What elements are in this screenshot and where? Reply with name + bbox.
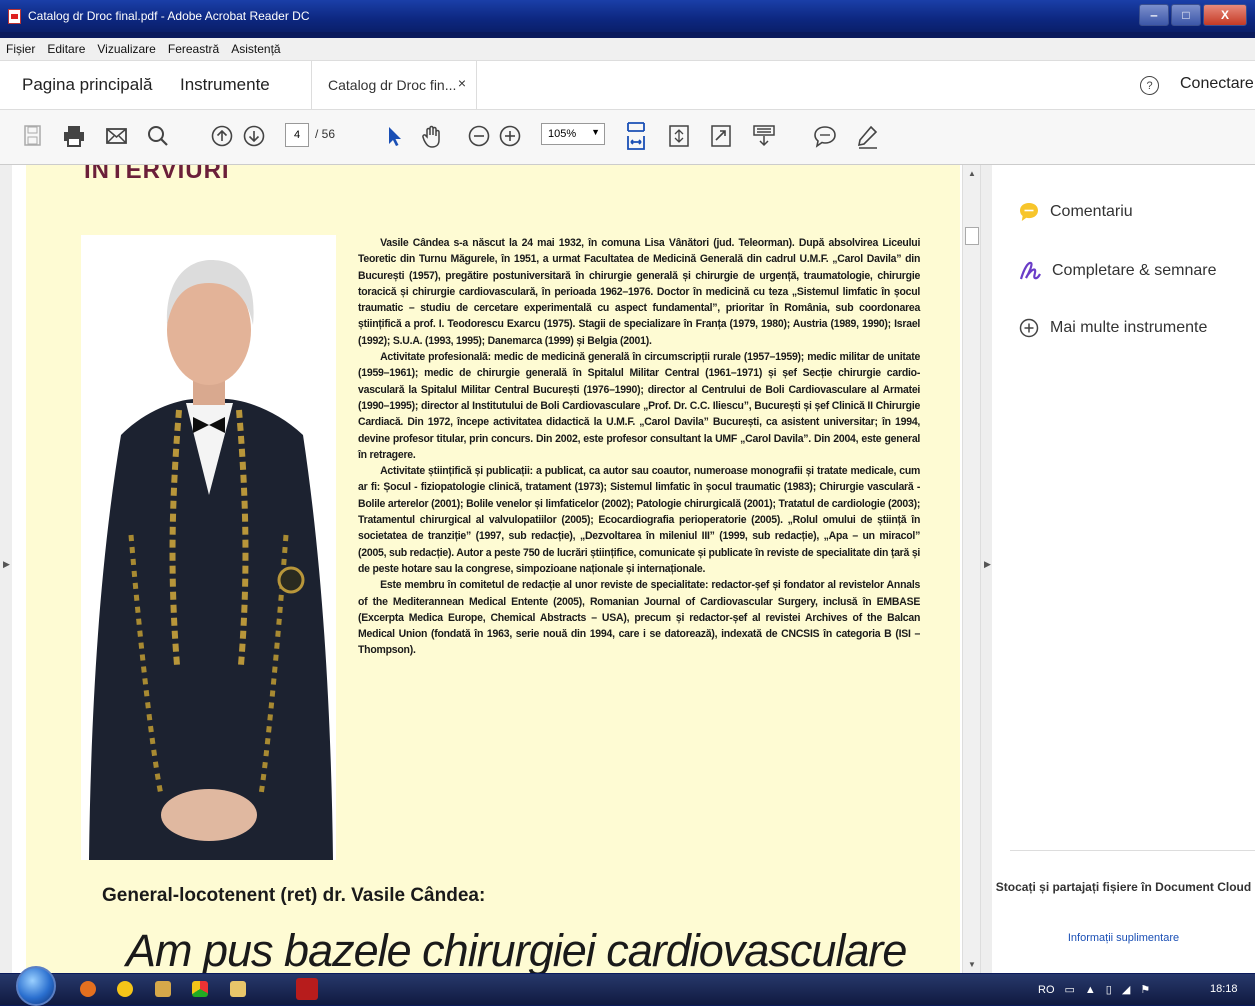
read-mode-icon[interactable] xyxy=(752,124,776,148)
document-viewport[interactable]: INTERVIURI Vasile Cândea s-a născut la 2… xyxy=(12,165,962,973)
tools-pane: Comentariu Completare & semnare Mai mult… xyxy=(992,165,1255,973)
tab-close-icon[interactable]: × xyxy=(458,75,466,91)
start-button[interactable] xyxy=(16,966,56,1006)
scroll-up-icon[interactable]: ▲ xyxy=(968,169,976,178)
select-cursor-icon[interactable] xyxy=(383,124,405,148)
app-icon[interactable] xyxy=(155,981,171,997)
bio-paragraph: Activitate științifică și publicații: a … xyxy=(358,465,921,575)
language-indicator[interactable]: RO xyxy=(1038,984,1055,996)
hand-tool-icon[interactable] xyxy=(420,124,444,150)
window-titlebar[interactable]: Catalog dr Droc final.pdf - Adobe Acroba… xyxy=(0,0,1255,32)
bio-paragraph: Vasile Cândea s-a născut la 24 mai 1932,… xyxy=(358,237,921,347)
tab-tools[interactable]: Instrumente xyxy=(180,75,270,95)
page-total: / 56 xyxy=(315,127,336,141)
keyboard-icon[interactable]: ▭ xyxy=(1065,983,1075,996)
menu-file[interactable]: Fișier xyxy=(0,42,41,56)
chevron-right-icon: ▶ xyxy=(3,559,10,569)
menu-edit[interactable]: Editare xyxy=(41,42,91,56)
tab-document-label: Catalog dr Droc fin... xyxy=(328,77,457,93)
biography-text: Vasile Cândea s-a născut la 24 mai 1932,… xyxy=(358,235,920,659)
menu-bar: Fișier Editare Vizualizare Fereastră Asi… xyxy=(0,38,1255,61)
panel-divider xyxy=(1010,850,1255,851)
zoom-value: 105% xyxy=(548,128,577,140)
window-title: Catalog dr Droc final.pdf - Adobe Acroba… xyxy=(28,9,310,23)
article-headline: Am pus bazele chirurgiei cardiovasculare xyxy=(126,925,907,973)
taskbar: RO ▭ ▲ ▯ ◢ ⚑ 18:18 xyxy=(0,966,1255,1006)
menu-help[interactable]: Asistență xyxy=(225,42,286,56)
tool-fill-sign[interactable]: Completare & semnare xyxy=(1018,259,1217,283)
minimize-button[interactable]: ‒ xyxy=(1139,4,1169,26)
tool-more-tools-label: Mai multe instrumente xyxy=(1050,319,1208,336)
acrobat-icon xyxy=(8,9,21,24)
page-down-icon[interactable] xyxy=(242,124,266,148)
chevron-right-icon: ▶ xyxy=(984,559,991,569)
scroll-down-icon[interactable]: ▼ xyxy=(968,960,976,969)
acrobat-taskbar-icon[interactable] xyxy=(296,978,318,1000)
volume-icon[interactable]: ◢ xyxy=(1122,983,1130,996)
scroll-thumb[interactable] xyxy=(965,227,979,245)
comment-bubble-icon xyxy=(1020,203,1038,221)
pdf-page: INTERVIURI Vasile Cândea s-a născut la 2… xyxy=(26,165,960,973)
comment-icon[interactable] xyxy=(813,124,837,148)
firefox-icon[interactable] xyxy=(80,981,96,997)
folder-icon[interactable] xyxy=(230,981,246,997)
vertical-scrollbar[interactable]: ▲ ▼ xyxy=(962,165,981,973)
clock[interactable]: 18:18 xyxy=(1210,983,1238,995)
network-icon[interactable]: ▯ xyxy=(1106,983,1112,996)
chevron-down-icon: ▼ xyxy=(591,127,600,137)
article-subtitle: General-locotenent (ret) dr. Vasile Când… xyxy=(102,885,486,906)
tab-home[interactable]: Pagina principală xyxy=(22,75,152,95)
flag-icon[interactable]: ⚑ xyxy=(1140,983,1150,996)
save-icon[interactable] xyxy=(22,124,44,148)
tool-more-tools[interactable]: Mai multe instrumente xyxy=(1018,317,1207,339)
signature-icon xyxy=(1019,261,1041,280)
bio-paragraph: Este membru în comitetul de redacție al … xyxy=(358,579,921,657)
left-pane-toggle[interactable]: ▶ xyxy=(0,165,12,973)
menu-view[interactable]: Vizualizare xyxy=(91,42,161,56)
print-icon[interactable] xyxy=(62,124,86,148)
cloud-promo-text: Stocați și partajați fișiere în Document… xyxy=(995,880,1252,894)
zoom-out-icon[interactable] xyxy=(467,124,491,148)
toolbar xyxy=(0,110,1255,258)
tabs-row: Pagina principală Instrumente Catalog dr… xyxy=(0,61,1255,110)
zoom-in-icon[interactable] xyxy=(498,124,522,148)
portrait-photo xyxy=(81,235,336,860)
system-tray: RO ▭ ▲ ▯ ◢ ⚑ xyxy=(1038,983,1150,997)
search-icon[interactable] xyxy=(146,124,170,148)
page-number-input[interactable]: 4 xyxy=(285,123,309,147)
page-up-icon[interactable] xyxy=(210,124,234,148)
bio-paragraph: Activitate profesională: medic de medici… xyxy=(358,351,921,461)
zoom-select[interactable]: 105% ▼ xyxy=(541,123,605,145)
sign-in-button[interactable]: Conectare xyxy=(1180,75,1254,93)
section-heading: INTERVIURI xyxy=(84,165,230,184)
full-screen-icon[interactable] xyxy=(710,124,732,148)
tab-document[interactable]: Catalog dr Droc fin... × xyxy=(311,61,477,109)
help-icon[interactable]: ? xyxy=(1140,76,1159,95)
maximize-button[interactable]: □ xyxy=(1171,4,1201,26)
tool-comment-label: Comentariu xyxy=(1050,203,1133,220)
plus-circle-icon xyxy=(1019,318,1039,338)
fit-width-icon[interactable] xyxy=(625,120,647,152)
tool-comment[interactable]: Comentariu xyxy=(1018,201,1133,223)
messenger-icon[interactable] xyxy=(117,981,133,997)
highlight-pen-icon[interactable] xyxy=(855,124,879,150)
email-icon[interactable] xyxy=(105,124,129,148)
tray-expand-icon[interactable]: ▲ xyxy=(1085,984,1096,996)
chrome-icon[interactable] xyxy=(192,981,208,997)
menu-window[interactable]: Fereastră xyxy=(162,42,225,56)
close-button[interactable]: X xyxy=(1203,4,1247,26)
more-info-link[interactable]: Informații suplimentare xyxy=(992,932,1255,944)
tool-fill-sign-label: Completare & semnare xyxy=(1052,262,1217,279)
fit-page-icon[interactable] xyxy=(668,124,690,148)
